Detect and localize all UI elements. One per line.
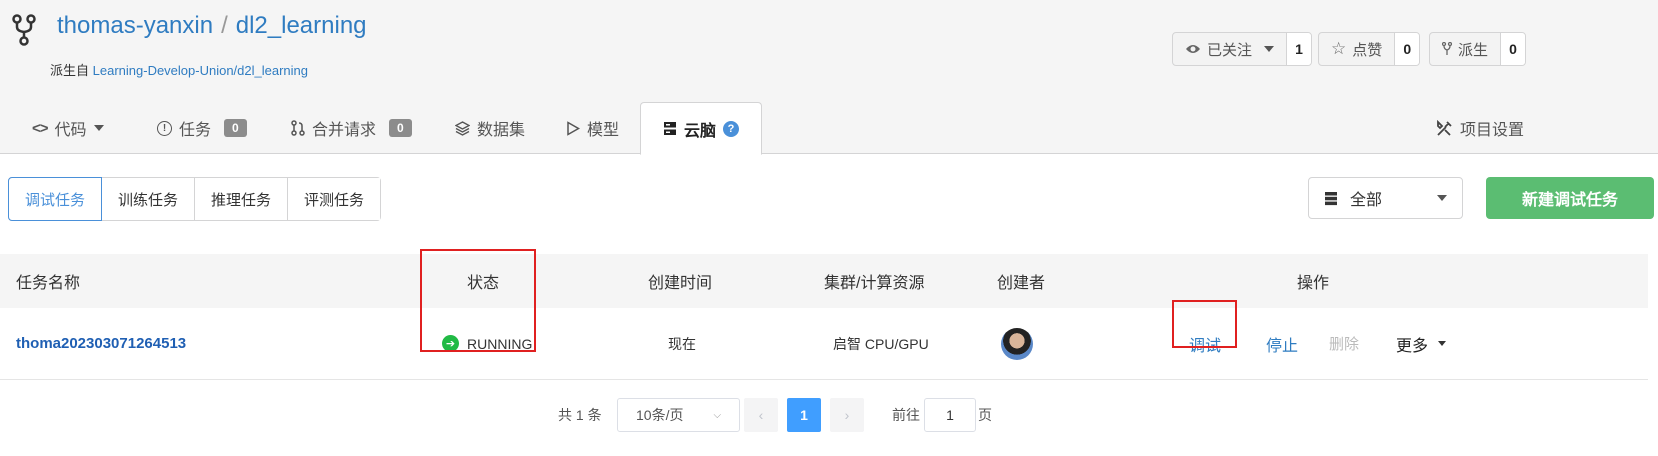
- pagination: 共 1 条 10条/页 ⌵ ‹ 1 › 前往 1 页: [0, 398, 1658, 432]
- subtab-inference[interactable]: 推理任务: [195, 178, 289, 220]
- tab-pulls[interactable]: 合并请求 0: [291, 102, 412, 154]
- repo-fork-icon: [12, 14, 36, 46]
- repo-name-link[interactable]: dl2_learning: [236, 12, 367, 39]
- watch-count[interactable]: 1: [1287, 33, 1312, 65]
- issues-count-badge: 0: [224, 119, 247, 137]
- header-task-name: 任务名称: [16, 275, 81, 292]
- server-icon: [664, 122, 676, 135]
- star-button[interactable]: ☆ 点赞: [1319, 33, 1396, 65]
- job-type-tabs: 调试任务 训练任务 推理任务 评测任务: [8, 177, 382, 221]
- fork-count[interactable]: 0: [1501, 33, 1526, 65]
- goto-page-input[interactable]: 1: [924, 398, 976, 432]
- issue-icon: !: [157, 120, 172, 136]
- tab-issues[interactable]: ! 任务 0: [157, 102, 247, 154]
- page-1-button[interactable]: 1: [787, 398, 821, 432]
- task-cluster: 启智 CPU/GPU: [833, 335, 929, 352]
- new-debug-task-button[interactable]: 新建调试任务: [1486, 177, 1654, 219]
- watch-label: 已关注: [1207, 41, 1253, 59]
- task-status: RUNNING: [467, 335, 533, 352]
- header-cluster: 集群/计算资源: [824, 275, 925, 292]
- tab-datasets[interactable]: 数据集: [455, 102, 525, 154]
- subtab-debug[interactable]: 调试任务: [8, 177, 103, 221]
- table-header: 任务名称 状态 创建时间 集群/计算资源 创建者 操作: [0, 254, 1648, 308]
- fork-button[interactable]: 派生: [1430, 33, 1502, 65]
- pull-request-icon: [291, 120, 305, 136]
- resource-filter-select[interactable]: 全部: [1308, 177, 1463, 219]
- repo-header: thomas-yanxin / dl2_learning 派生自 Learning-…: [0, 0, 1658, 155]
- forked-from: 派生自 Learning-Develop-Union/d2l_learning: [50, 60, 308, 79]
- star-action: ☆ 点赞 0: [1318, 32, 1421, 66]
- header-ops: 操作: [1297, 275, 1330, 292]
- tab-cloudbrain-label: 云脑: [684, 122, 717, 140]
- caret-down-icon: [1264, 46, 1275, 52]
- tab-code[interactable]: <> 代码: [32, 102, 104, 154]
- page-size-value: 10条/页: [636, 407, 684, 423]
- star-label: 点赞: [1352, 41, 1383, 59]
- layers-icon: [455, 120, 470, 136]
- resource-filter-value: 全部: [1350, 192, 1383, 209]
- caret-down-icon: [1438, 341, 1447, 346]
- watch-button[interactable]: 已关注: [1173, 33, 1288, 65]
- pulls-count-badge: 0: [389, 119, 412, 137]
- server-icon: [1325, 191, 1337, 205]
- fork-label: 派生: [1458, 41, 1489, 59]
- tab-settings-label: 项目设置: [1460, 122, 1525, 139]
- subtab-evaluate[interactable]: 评测任务: [288, 178, 381, 220]
- repo-title-separator: /: [221, 12, 228, 39]
- caret-down-icon: [93, 125, 104, 131]
- tools-icon: [1437, 119, 1452, 136]
- star-icon: ☆: [1331, 39, 1347, 58]
- chevron-down-icon: ⌵: [713, 409, 722, 421]
- repo-owner-link[interactable]: thomas-yanxin: [57, 12, 213, 39]
- header-creator: 创建者: [997, 275, 1046, 292]
- forked-from-link[interactable]: Learning-Develop-Union/d2l_learning: [93, 63, 308, 78]
- table-row: thoma202303071264513 ➔ RUNNING 现在 启智 CPU…: [0, 308, 1648, 380]
- creator-avatar[interactable]: [1001, 327, 1033, 360]
- tab-models[interactable]: 模型: [566, 102, 619, 154]
- header-status: 状态: [467, 275, 500, 292]
- watch-action: 已关注 1: [1172, 32, 1313, 66]
- prev-page-button[interactable]: ‹: [744, 398, 778, 432]
- tab-cloudbrain[interactable]: 云脑 ?: [640, 102, 763, 155]
- subtab-train[interactable]: 训练任务: [102, 178, 196, 220]
- tab-settings[interactable]: 项目设置: [1436, 102, 1524, 154]
- stop-button[interactable]: 停止: [1266, 332, 1298, 356]
- fork-icon: [1442, 42, 1452, 55]
- page-size-select[interactable]: 10条/页 ⌵: [617, 398, 741, 432]
- debug-button[interactable]: 调试: [1189, 332, 1221, 356]
- goto-unit: 页: [978, 407, 992, 423]
- eye-icon: [1186, 45, 1200, 53]
- goto-label: 前往: [892, 407, 920, 423]
- caret-down-icon: [1437, 195, 1447, 201]
- repo-title: thomas-yanxin / dl2_learning: [57, 12, 367, 40]
- code-icon: <>: [32, 119, 49, 137]
- repo-tabs: <> 代码 ! 任务 0 合并请求 0 数据集 模型 云脑 ? 项目设置: [0, 102, 1658, 155]
- running-icon: ➔: [442, 335, 459, 352]
- tab-issues-label: 任务: [179, 122, 212, 139]
- help-icon[interactable]: ?: [723, 120, 740, 137]
- tab-pulls-label: 合并请求: [312, 122, 377, 139]
- header-created: 创建时间: [648, 275, 713, 292]
- pager-total: 共 1 条: [558, 407, 602, 423]
- tab-datasets-label: 数据集: [477, 122, 526, 139]
- delete-button: 删除: [1329, 336, 1360, 353]
- tab-code-label: 代码: [54, 122, 87, 139]
- fork-action: 派生 0: [1429, 32, 1527, 66]
- more-dropdown[interactable]: 更多: [1396, 332, 1428, 356]
- task-created: 现在: [668, 335, 696, 352]
- forked-from-label: 派生自: [50, 63, 90, 78]
- tab-models-label: 模型: [587, 122, 620, 139]
- next-page-button[interactable]: ›: [830, 398, 864, 432]
- star-count[interactable]: 0: [1395, 33, 1420, 65]
- task-name-link[interactable]: thoma202303071264513: [16, 335, 186, 352]
- play-icon: [567, 120, 580, 136]
